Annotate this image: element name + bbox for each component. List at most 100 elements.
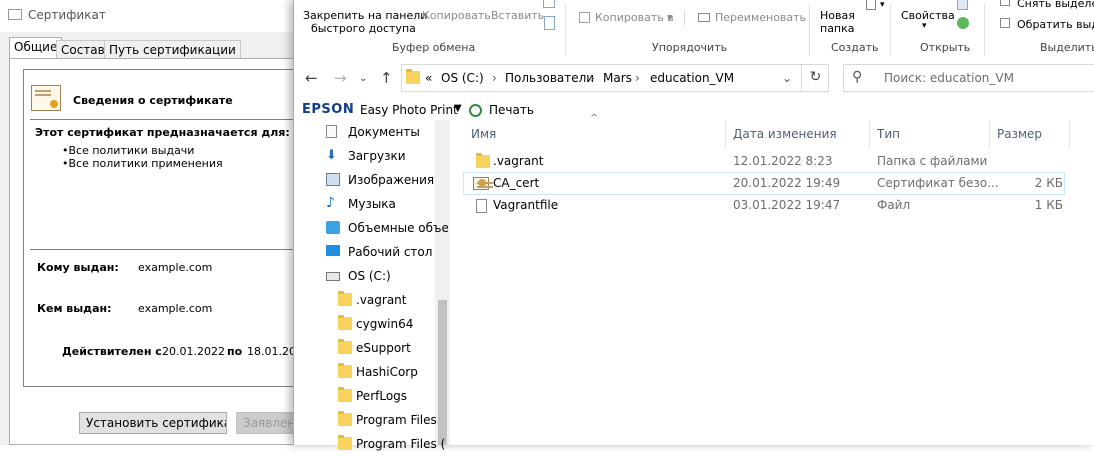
- column-divider[interactable]: [1069, 120, 1070, 148]
- back-arrow-icon[interactable]: ←: [305, 69, 318, 87]
- downloads-icon: ⬇: [326, 148, 337, 163]
- print-button[interactable]: Печать: [489, 103, 534, 117]
- desktop-icon: [326, 245, 340, 256]
- deselect-button[interactable]: Снять выделен: [1017, 0, 1094, 10]
- file-size: 2 КБ: [1034, 176, 1063, 190]
- tab-details[interactable]: Состав: [56, 40, 110, 59]
- column-header-name[interactable]: Имя: [471, 127, 496, 141]
- sort-ascending-icon: ^: [590, 113, 599, 124]
- valid-to-value: 18.01.20: [247, 345, 295, 358]
- copy-button[interactable]: Копировать: [422, 9, 491, 22]
- column-divider[interactable]: [869, 120, 870, 148]
- copy-to-dropdown-icon[interactable]: ▾: [667, 11, 673, 24]
- properties-button[interactable]: Свойства: [901, 9, 955, 22]
- folder-icon: [338, 435, 352, 450]
- drive-icon: [326, 272, 340, 281]
- sidebar-item[interactable]: OS (C:): [308, 264, 448, 288]
- copy-to-button[interactable]: Копировать в: [595, 11, 674, 24]
- group-separator: [984, 4, 985, 56]
- issued-by-label: Кем выдан:: [37, 302, 112, 315]
- certificate-icon: [31, 85, 61, 111]
- file-explorer-window: Закрепить на панели быстрого доступа Коп…: [293, 0, 1094, 451]
- dropdown-arrow-icon[interactable]: ▼: [454, 103, 462, 114]
- easy-photo-print-button[interactable]: Easy Photo Print: [360, 103, 458, 117]
- sidebar-item-label: PerfLogs: [356, 389, 408, 403]
- valid-to-label: по: [227, 345, 243, 358]
- address-dropdown-icon[interactable]: ⌄: [782, 71, 792, 85]
- pin-quick-access-button[interactable]: Закрепить на панели: [303, 9, 427, 22]
- history-icon[interactable]: [957, 17, 969, 29]
- search-placeholder: Поиск: education_VM: [884, 71, 1014, 85]
- forward-arrow-icon[interactable]: →: [334, 69, 347, 87]
- breadcrumb-users[interactable]: Пользователи: [505, 71, 594, 85]
- create-group-label: Создать: [831, 41, 879, 54]
- sidebar-item-label: eSupport: [356, 341, 411, 355]
- properties-dropdown-icon[interactable]: ▾: [922, 21, 927, 31]
- paste-shortcut-icon[interactable]: [543, 0, 555, 8]
- paste-button[interactable]: Вставить: [491, 9, 544, 22]
- invert-selection-button[interactable]: Обратить выде: [1017, 18, 1094, 31]
- sidebar-item[interactable]: PerfLogs: [308, 384, 448, 408]
- sidebar-item[interactable]: Изображения: [308, 168, 448, 192]
- sidebar-item[interactable]: Объемные объе: [308, 216, 448, 240]
- open-icon[interactable]: [957, 0, 968, 10]
- sidebar-item[interactable]: cygwin64: [308, 312, 448, 336]
- open-group-label: Открыть: [920, 41, 971, 54]
- breadcrumb-chevron-icon[interactable]: ›: [492, 71, 497, 85]
- sidebar-item[interactable]: Рабочий стол: [308, 240, 448, 264]
- pictures-icon: [326, 173, 340, 186]
- tab-general[interactable]: Общие: [9, 37, 63, 59]
- issuer-statement-button[interactable]: Заявлени: [236, 412, 300, 434]
- search-icon: ⚲: [852, 69, 863, 85]
- breadcrumb-drive[interactable]: OS (C:): [441, 71, 484, 85]
- column-header-date[interactable]: Дата изменения: [733, 127, 837, 141]
- sidebar-item-label: Загрузки: [348, 149, 406, 163]
- breadcrumb-chevron-icon[interactable]: ›: [635, 71, 640, 85]
- up-arrow-icon[interactable]: ↑: [380, 69, 393, 87]
- sidebar-item[interactable]: Program Files: [308, 408, 448, 432]
- new-item-icon[interactable]: [866, 0, 876, 10]
- column-divider[interactable]: [989, 120, 990, 148]
- sidebar-item[interactable]: eSupport: [308, 336, 448, 360]
- purpose-item: •Все политики применения: [62, 157, 223, 170]
- new-item-dropdown-icon[interactable]: ▾: [880, 0, 885, 10]
- sidebar-item[interactable]: Документы: [308, 120, 448, 144]
- column-header-size[interactable]: Размер: [997, 127, 1042, 141]
- dialog-title: Сертификат: [28, 8, 106, 22]
- valid-from-value: 20.01.2022: [162, 345, 225, 358]
- select-group-label: Выделить: [1040, 41, 1094, 54]
- sidebar-item[interactable]: ♪ Музыка: [308, 192, 448, 216]
- tab-certification-path[interactable]: Путь сертификации: [104, 40, 241, 59]
- separator: [684, 10, 685, 26]
- recent-locations-icon[interactable]: ⌄: [359, 73, 367, 84]
- sidebar-item[interactable]: ⬇ Загрузки: [308, 144, 448, 168]
- sidebar-item-label: HashiCorp: [356, 365, 418, 379]
- install-certificate-button[interactable]: Установить сертификат...: [79, 412, 227, 434]
- invert-selection-icon: [1000, 18, 1010, 28]
- clipboard-icon[interactable]: [544, 16, 555, 30]
- folder-icon: [338, 387, 352, 402]
- refresh-icon[interactable]: ↻: [801, 64, 829, 92]
- breadcrumb-chevron-icon[interactable]: ›: [590, 71, 595, 85]
- column-header-type[interactable]: Тип: [877, 127, 900, 141]
- valid-from-label: Действителен с: [62, 345, 162, 358]
- sidebar-item-label: cygwin64: [356, 317, 414, 331]
- sidebar-item-label: Program Files: [356, 413, 437, 427]
- sidebar-item[interactable]: .vagrant: [308, 288, 448, 312]
- file-type: Файл: [877, 198, 911, 212]
- new-folder-label: папка: [820, 22, 855, 35]
- sidebar-item[interactable]: Program Files (: [308, 432, 448, 456]
- breadcrumb-user[interactable]: Mars: [603, 71, 632, 85]
- folder-icon: [338, 363, 352, 378]
- organize-group-label: Упорядочить: [652, 41, 728, 54]
- breadcrumb-overflow[interactable]: «: [425, 71, 432, 85]
- folder-icon: [338, 291, 352, 306]
- breadcrumb-current[interactable]: education_VM: [650, 71, 734, 85]
- sidebar-item[interactable]: HashiCorp: [308, 360, 448, 384]
- column-divider[interactable]: [725, 120, 726, 148]
- new-folder-button[interactable]: Новая: [820, 9, 855, 22]
- certificate-icon: [473, 177, 493, 190]
- divider: [30, 249, 300, 250]
- rename-button[interactable]: Переименовать: [715, 11, 806, 24]
- print-icon: [469, 104, 482, 117]
